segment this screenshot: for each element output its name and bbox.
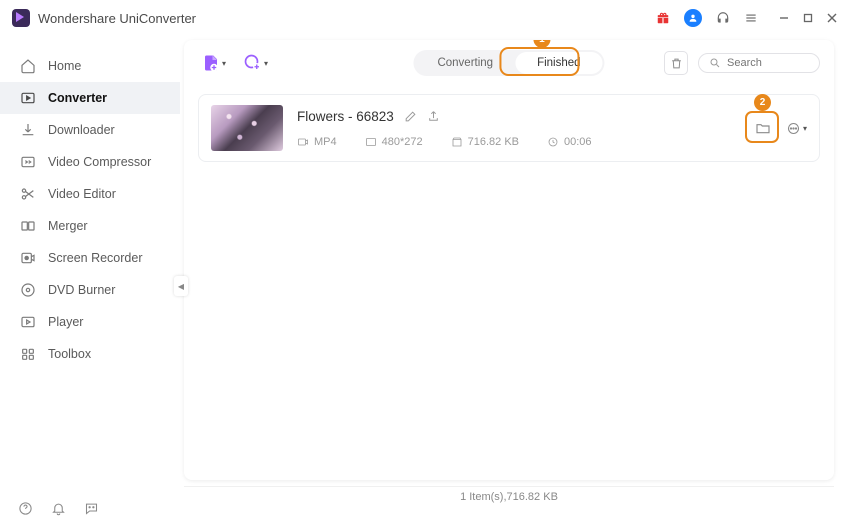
sidebar-item-merger[interactable]: Merger bbox=[0, 210, 180, 242]
statusbar-icons bbox=[18, 501, 99, 516]
sidebar-item-home[interactable]: Home bbox=[0, 50, 180, 82]
sidebar-item-converter[interactable]: Converter bbox=[0, 82, 180, 114]
toolbox-icon bbox=[20, 346, 36, 362]
toolbar-right bbox=[664, 51, 820, 75]
sidebar-item-label: Converter bbox=[48, 91, 107, 105]
recorder-icon bbox=[20, 250, 36, 266]
play-icon bbox=[20, 314, 36, 330]
chevron-down-icon: ▾ bbox=[222, 59, 226, 68]
gift-icon[interactable] bbox=[656, 11, 670, 25]
add-url-button[interactable]: ▾ bbox=[240, 50, 272, 76]
toolbar: ▾ ▾ Converting Finished 1 bbox=[184, 40, 834, 86]
home-icon bbox=[20, 58, 36, 74]
scissors-icon bbox=[20, 186, 36, 202]
titlebar-right bbox=[656, 9, 838, 27]
headset-icon[interactable] bbox=[716, 11, 730, 25]
delete-button[interactable] bbox=[664, 51, 688, 75]
sidebar-item-editor[interactable]: Video Editor bbox=[0, 178, 180, 210]
add-url-icon bbox=[244, 54, 262, 72]
chevron-down-icon: ▾ bbox=[264, 59, 268, 68]
sidebar-item-label: Home bbox=[48, 59, 81, 73]
sidebar-item-player[interactable]: Player bbox=[0, 306, 180, 338]
meta-row: MP4 480*272 716.82 KB bbox=[297, 136, 736, 148]
search-icon bbox=[709, 57, 721, 69]
merger-icon bbox=[20, 218, 36, 234]
sidebar: Home Converter Downloader Video Compress… bbox=[0, 36, 180, 506]
sidebar-item-dvd[interactable]: DVD Burner bbox=[0, 274, 180, 306]
sidebar-item-label: Screen Recorder bbox=[48, 251, 143, 265]
download-icon bbox=[20, 122, 36, 138]
sidebar-item-toolbox[interactable]: Toolbox bbox=[0, 338, 180, 370]
add-file-icon bbox=[202, 54, 220, 72]
share-icon[interactable] bbox=[427, 110, 440, 123]
annotation-badge-1: 1 bbox=[533, 40, 550, 48]
feedback-icon[interactable] bbox=[84, 501, 99, 516]
meta-duration: 00:06 bbox=[547, 136, 592, 148]
add-file-button[interactable]: ▾ bbox=[198, 50, 230, 76]
sidebar-item-compressor[interactable]: Video Compressor bbox=[0, 146, 180, 178]
main-panel: ▾ ▾ Converting Finished 1 bbox=[180, 36, 850, 506]
annotation-badge-2: 2 bbox=[754, 94, 771, 111]
hamburger-icon[interactable] bbox=[744, 11, 758, 25]
disc-icon bbox=[20, 282, 36, 298]
app-logo-icon bbox=[12, 9, 30, 27]
titlebar-left: Wondershare UniConverter bbox=[12, 9, 196, 27]
sidebar-item-label: DVD Burner bbox=[48, 283, 115, 297]
sidebar-item-label: Video Compressor bbox=[48, 155, 151, 169]
tab-pill: Converting Finished 1 bbox=[413, 50, 604, 76]
sidebar-item-label: Toolbox bbox=[48, 347, 91, 361]
item-title: Flowers - 66823 bbox=[297, 109, 394, 124]
help-icon[interactable] bbox=[18, 501, 33, 516]
item-actions: 2 ▾ bbox=[750, 116, 807, 140]
maximize-button[interactable] bbox=[802, 12, 814, 24]
file-item-card[interactable]: Flowers - 66823 MP4 480*272 bbox=[198, 94, 820, 162]
window-controls bbox=[778, 12, 838, 24]
footer-summary: 1 Item(s),716.82 KB bbox=[184, 486, 834, 506]
close-button[interactable] bbox=[826, 12, 838, 24]
meta-format: MP4 bbox=[297, 136, 337, 148]
minimize-button[interactable] bbox=[778, 12, 790, 24]
list-area: Flowers - 66823 MP4 480*272 bbox=[184, 86, 834, 480]
tab-converting[interactable]: Converting bbox=[415, 52, 515, 74]
video-thumbnail bbox=[211, 105, 283, 151]
app-title: Wondershare UniConverter bbox=[38, 11, 196, 26]
item-info: Flowers - 66823 MP4 480*272 bbox=[297, 109, 736, 148]
meta-size: 716.82 KB bbox=[451, 136, 519, 148]
meta-resolution: 480*272 bbox=[365, 136, 423, 148]
converter-icon bbox=[20, 90, 36, 106]
sidebar-item-label: Merger bbox=[48, 219, 88, 233]
rename-icon[interactable] bbox=[404, 110, 417, 123]
sidebar-item-downloader[interactable]: Downloader bbox=[0, 114, 180, 146]
bell-icon[interactable] bbox=[51, 501, 66, 516]
chevron-down-icon: ▾ bbox=[803, 124, 807, 133]
sidebar-item-label: Player bbox=[48, 315, 83, 329]
tab-finished[interactable]: Finished bbox=[515, 52, 602, 74]
search-box bbox=[698, 53, 820, 73]
user-avatar-icon[interactable] bbox=[684, 9, 702, 27]
more-options-button[interactable]: ▾ bbox=[786, 121, 807, 136]
sidebar-item-label: Video Editor bbox=[48, 187, 116, 201]
compressor-icon bbox=[20, 154, 36, 170]
search-input[interactable] bbox=[727, 57, 809, 69]
titlebar: Wondershare UniConverter bbox=[0, 0, 850, 36]
sidebar-item-label: Downloader bbox=[48, 123, 115, 137]
sidebar-item-recorder[interactable]: Screen Recorder bbox=[0, 242, 180, 274]
open-folder-button[interactable]: 2 bbox=[750, 116, 776, 140]
